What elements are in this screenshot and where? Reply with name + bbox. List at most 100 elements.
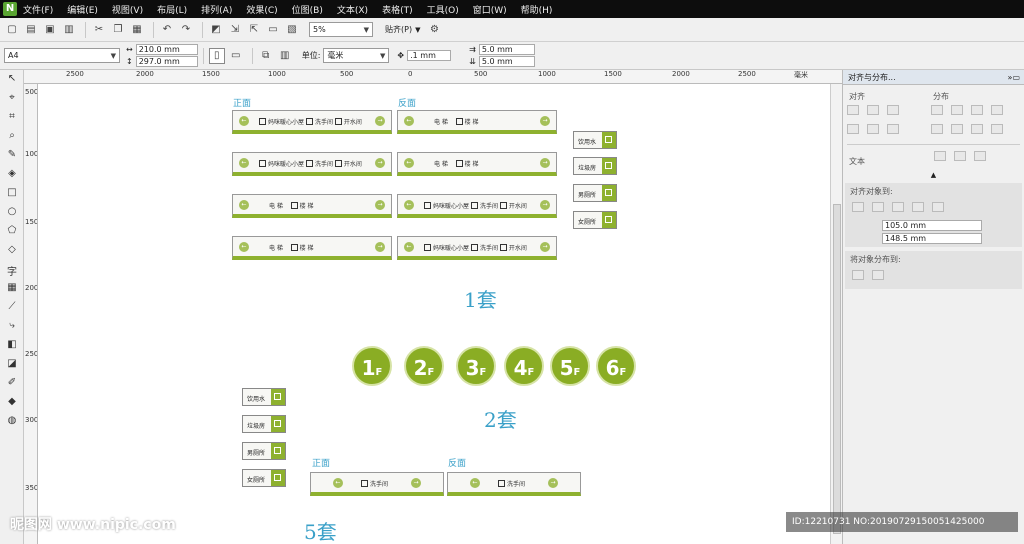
- interactive-fill-icon[interactable]: ◍: [3, 415, 21, 431]
- duplicate-y-field[interactable]: 5.0 mm: [478, 56, 535, 67]
- sign-back-2[interactable]: ← 电 梯 楼 梯 →: [397, 152, 557, 176]
- basic-shapes-icon[interactable]: ◇: [3, 244, 21, 260]
- tag-water[interactable]: 饮用水: [573, 131, 617, 149]
- tag-men[interactable]: 男厕所: [573, 184, 617, 202]
- align-left-icon[interactable]: [847, 105, 859, 115]
- tag-men-2[interactable]: 男厕所: [242, 442, 286, 460]
- landscape-icon[interactable]: ▭: [228, 48, 244, 64]
- options-icon[interactable]: ⚙: [426, 22, 442, 38]
- eyedropper-tool-icon[interactable]: ✐: [3, 377, 21, 393]
- vertical-scrollbar[interactable]: [830, 84, 842, 544]
- crop-tool-icon[interactable]: ⌗: [3, 111, 21, 127]
- align-top-icon[interactable]: [847, 124, 859, 134]
- align-y-field[interactable]: 148.5 mm: [882, 233, 982, 244]
- sign-front-4[interactable]: ← 电 梯 楼 梯 →: [232, 236, 392, 260]
- duplicate-x-field[interactable]: 5.0 mm: [478, 44, 535, 55]
- distribute-left-icon[interactable]: [931, 105, 943, 115]
- text-bounding-icon[interactable]: [973, 151, 986, 161]
- menu-effects[interactable]: 效果(C): [246, 3, 277, 16]
- menu-tools[interactable]: 工具(O): [427, 3, 459, 16]
- distribute-bottom-icon[interactable]: [991, 124, 1003, 134]
- export-icon[interactable]: ⇱: [246, 22, 262, 38]
- dimension-tool-icon[interactable]: ⟋: [3, 301, 21, 317]
- nudge-field[interactable]: .1 mm: [407, 50, 452, 61]
- drawing-canvas[interactable]: 正面 反面 ← 妈咪暖心小屋 洗手间 开水间 → ← 电 梯 楼 梯 → ← 妈…: [38, 84, 830, 544]
- floor-badge-3[interactable]: 3F: [456, 346, 496, 386]
- undo-icon[interactable]: ↶: [159, 22, 175, 38]
- copy-icon[interactable]: ❐: [110, 22, 126, 38]
- distribute-right-icon[interactable]: [991, 105, 1003, 115]
- polygon-tool-icon[interactable]: ⬠: [3, 225, 21, 241]
- redo-icon[interactable]: ↷: [178, 22, 194, 38]
- align-center-icon[interactable]: [867, 105, 879, 115]
- distribute-spacing-icon[interactable]: [971, 105, 983, 115]
- fill-tool-icon[interactable]: ◆: [3, 396, 21, 412]
- sign-back-1[interactable]: ← 电 梯 楼 梯 →: [397, 110, 557, 134]
- new-icon[interactable]: ▢: [4, 22, 20, 38]
- menu-window[interactable]: 窗口(W): [473, 3, 507, 16]
- menu-text[interactable]: 文本(X): [337, 3, 368, 16]
- menu-arrange[interactable]: 排列(A): [201, 3, 232, 16]
- page-edge-icon[interactable]: [872, 202, 884, 212]
- floor-badge-2[interactable]: 2F: [404, 346, 444, 386]
- save-icon[interactable]: ▣: [42, 22, 58, 38]
- snap-button[interactable]: 贴齐(P): [385, 24, 412, 35]
- sign-toilet-back[interactable]: ← 洗手间 →: [447, 472, 581, 496]
- sign-front-1[interactable]: ← 妈咪暖心小屋 洗手间 开水间 →: [232, 110, 392, 134]
- shape-tool-icon[interactable]: ⌖: [3, 92, 21, 108]
- snap-chevron-icon[interactable]: ▼: [415, 26, 420, 34]
- page-height-field[interactable]: 297.0 mm: [135, 56, 198, 67]
- cut-icon[interactable]: ✂: [91, 22, 107, 38]
- panel-collapse-icon[interactable]: »▭: [1008, 70, 1020, 84]
- menu-help[interactable]: 帮助(H): [521, 3, 553, 16]
- floor-badge-4[interactable]: 4F: [504, 346, 544, 386]
- print-icon[interactable]: ▥: [61, 22, 77, 38]
- menu-table[interactable]: 表格(T): [382, 3, 413, 16]
- grid-icon[interactable]: [912, 202, 924, 212]
- search-content-icon[interactable]: ◩: [208, 22, 224, 38]
- sign-back-4[interactable]: ← 妈咪暖心小屋 洗手间 开水间 →: [397, 236, 557, 260]
- selection-extent-icon[interactable]: [852, 270, 864, 280]
- menu-view[interactable]: 视图(V): [112, 3, 143, 16]
- align-right-icon[interactable]: [887, 105, 899, 115]
- floor-badge-5[interactable]: 5F: [550, 346, 590, 386]
- page-width-field[interactable]: 210.0 mm: [135, 44, 198, 55]
- sign-toilet-front[interactable]: ← 洗手间 →: [310, 472, 444, 496]
- page-extent-icon[interactable]: [872, 270, 884, 280]
- import-icon[interactable]: ⇲: [227, 22, 243, 38]
- sign-front-3[interactable]: ← 电 梯 楼 梯 →: [232, 194, 392, 218]
- distribute-vspacing-icon[interactable]: [971, 124, 983, 134]
- app-launcher-icon[interactable]: ▧: [284, 22, 300, 38]
- floor-badge-1[interactable]: 1F: [352, 346, 392, 386]
- smart-fill-icon[interactable]: ◈: [3, 168, 21, 184]
- freehand-tool-icon[interactable]: ✎: [3, 149, 21, 165]
- menu-edit[interactable]: 编辑(E): [67, 3, 98, 16]
- open-icon[interactable]: ▤: [23, 22, 39, 38]
- page-size-select[interactable]: A4 ▼: [4, 48, 120, 63]
- unit-select[interactable]: 毫米 ▼: [323, 48, 390, 63]
- current-page-icon[interactable]: ▥: [277, 48, 293, 64]
- distribute-center-icon[interactable]: [951, 105, 963, 115]
- sign-front-2[interactable]: ← 妈咪暖心小屋 洗手间 开水间 →: [232, 152, 392, 176]
- table-tool-icon[interactable]: ▦: [3, 282, 21, 298]
- menu-bitmaps[interactable]: 位图(B): [292, 3, 323, 16]
- align-middle-icon[interactable]: [867, 124, 879, 134]
- active-objects-icon[interactable]: [852, 202, 864, 212]
- tag-women[interactable]: 女厕所: [573, 211, 617, 229]
- text-tool-icon[interactable]: 字: [3, 263, 21, 279]
- ellipse-tool-icon[interactable]: ○: [3, 206, 21, 222]
- portrait-icon[interactable]: ▯: [208, 47, 225, 64]
- scroll-thumb[interactable]: [833, 204, 841, 534]
- tag-women-2[interactable]: 女厕所: [242, 469, 286, 487]
- menu-layout[interactable]: 布局(L): [157, 3, 187, 16]
- tag-garbage-2[interactable]: 垃圾房: [242, 415, 286, 433]
- zoom-tool-icon[interactable]: ⌕: [3, 130, 21, 146]
- tag-garbage[interactable]: 垃圾房: [573, 157, 617, 175]
- menu-file[interactable]: 文件(F): [23, 3, 53, 16]
- rectangle-tool-icon[interactable]: □: [3, 187, 21, 203]
- specified-point-icon[interactable]: [932, 202, 944, 212]
- tag-water-2[interactable]: 饮用水: [242, 388, 286, 406]
- all-pages-icon[interactable]: ⧉: [258, 48, 274, 64]
- connector-tool-icon[interactable]: ⤷: [3, 320, 21, 336]
- expand-arrow-icon[interactable]: ▲: [843, 171, 1024, 179]
